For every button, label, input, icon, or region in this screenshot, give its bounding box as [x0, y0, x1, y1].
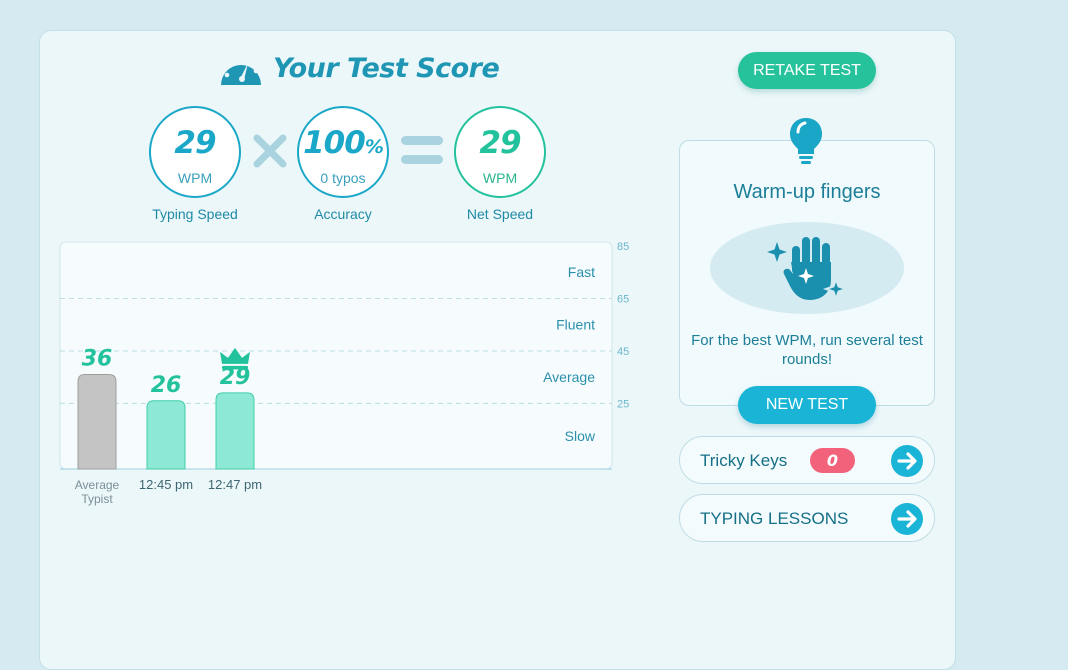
tip-text: For the best WPM, run several test round…: [691, 332, 923, 368]
crown-base: [222, 365, 248, 370]
net-speed-unit: WPM: [482, 170, 518, 186]
speed-chart: 25456585FastFluentAverageSlow36AverageTy…: [59, 241, 629, 506]
chart-tick-label: 45: [617, 346, 629, 358]
chart-band-label: Fluent: [556, 317, 595, 333]
tricky-keys-link[interactable]: Tricky Keys 0: [679, 436, 935, 484]
chart-band-label: Average: [543, 369, 595, 385]
chart-bar: [77, 374, 117, 470]
page-title: Your Test Score: [273, 52, 500, 84]
chart-bar: [146, 400, 186, 470]
multiply-icon: [252, 133, 288, 174]
chart-data-label: 36: [82, 347, 113, 372]
accuracy-typos: 0 typos: [320, 170, 366, 186]
typing-speed-caption: Typing Speed: [152, 206, 238, 222]
equals-icon: [400, 134, 444, 171]
net-speed-caption: Net Speed: [466, 206, 534, 222]
chart-tick-label: 25: [617, 398, 629, 410]
chart-category-label: Typist: [81, 492, 113, 506]
chart-tick-label: 65: [617, 293, 629, 305]
tricky-keys-label: Tricky Keys: [700, 451, 788, 470]
page-header: Your Test Score: [218, 49, 500, 87]
chart-category-label: Average: [75, 478, 120, 492]
chart-tick-label: 85: [617, 241, 629, 253]
accuracy-value: 100%: [303, 125, 384, 161]
arrow-right-icon[interactable]: [890, 502, 924, 541]
chart-category-label: 12:45 pm: [139, 477, 193, 492]
chart-plot-area: [59, 241, 613, 470]
tricky-keys-count-badge: 0: [810, 448, 855, 473]
chart-category-label: 12:47 pm: [208, 477, 262, 492]
accuracy-caption: Accuracy: [314, 206, 372, 222]
arrow-right-icon[interactable]: [890, 444, 924, 483]
hand-sparkle-icon: [760, 234, 852, 309]
typing-lessons-label: TYPING LESSONS: [700, 509, 849, 528]
chart-data-label: 26: [151, 373, 182, 398]
typing-speed-unit: WPM: [177, 170, 213, 186]
typing-speed-circle: 29 WPM: [149, 106, 241, 198]
chart-band-label: Slow: [565, 428, 596, 444]
net-speed-value: 29: [479, 125, 521, 161]
lightbulb-icon: [788, 116, 824, 171]
typing-lessons-link[interactable]: TYPING LESSONS: [679, 494, 935, 542]
typing-speed-value: 29: [174, 125, 216, 161]
chart-bar: [215, 392, 255, 470]
speedometer-icon: [218, 49, 264, 87]
net-speed-circle: 29 WPM: [454, 106, 546, 198]
chart-band-label: Fast: [568, 264, 595, 280]
tip-title: Warm-up fingers: [733, 181, 881, 203]
new-test-button[interactable]: NEW TEST: [738, 386, 876, 424]
accuracy-circle: 100% 0 typos: [297, 106, 389, 198]
retake-test-button[interactable]: RETAKE TEST: [738, 52, 876, 89]
